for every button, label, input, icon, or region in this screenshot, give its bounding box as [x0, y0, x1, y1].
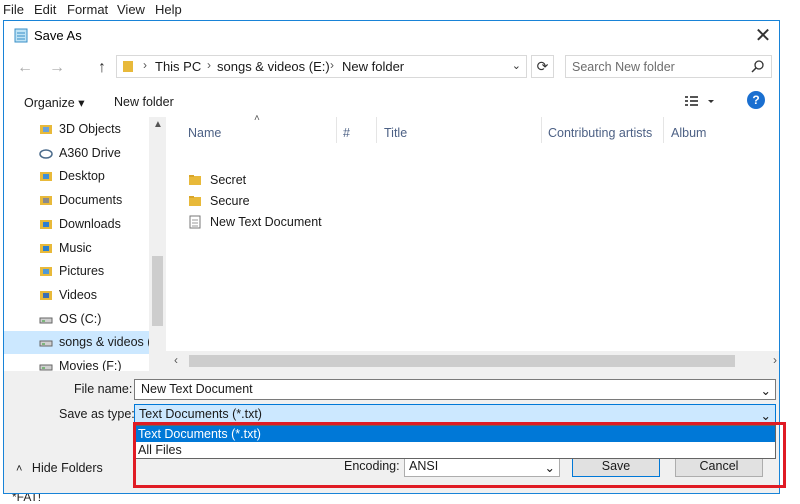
menu-view[interactable]: View	[117, 2, 145, 17]
column-title[interactable]: Title	[384, 126, 407, 140]
desktop-folder-icon	[40, 172, 52, 182]
notepad-menubar: File Edit Format View Help	[0, 0, 800, 20]
file-name-label: File name:	[74, 382, 133, 396]
close-button[interactable]: ✕	[752, 25, 774, 47]
sidebar-item[interactable]: 3D Objects	[4, 118, 149, 141]
column-name[interactable]: Name	[188, 126, 221, 140]
scroll-right-icon[interactable]: ›	[773, 353, 777, 367]
sidebar-item[interactable]: Documents	[4, 189, 149, 212]
breadcrumb-this-pc[interactable]: This PC	[155, 59, 201, 74]
text-file-icon	[189, 215, 201, 229]
dialog-title: Save As	[34, 28, 82, 43]
sidebar-item[interactable]: OS (C:)	[4, 308, 149, 331]
navigation-pane: 3D Objects A360 Drive Desktop Documents Down…	[4, 117, 149, 371]
chevron-down-icon[interactable]: ⌄	[761, 383, 771, 398]
documents-folder-icon	[40, 196, 52, 206]
file-name-value: New Text Document	[141, 382, 253, 396]
back-arrow-icon[interactable]: ←	[14, 57, 36, 79]
sidebar-item[interactable]: Movies (F:)	[4, 355, 149, 371]
breadcrumb-new-folder[interactable]: New folder	[342, 59, 404, 74]
search-icon	[751, 60, 764, 73]
sidebar-item[interactable]: Videos	[4, 284, 149, 307]
sort-up-icon: ˄	[254, 113, 260, 124]
view-options-icon[interactable]	[684, 94, 714, 108]
folder-icon	[189, 175, 201, 185]
folder-icon	[189, 196, 201, 206]
sidebar-item[interactable]: Music	[4, 237, 149, 260]
search-input[interactable]: Search New folder	[565, 55, 772, 78]
save-as-type-value: Text Documents (*.txt)	[139, 407, 262, 421]
sidebar-item[interactable]: songs & videos (	[4, 331, 149, 355]
navigation-row: ← → ↑ › This PC › songs & videos (E:) › …	[4, 50, 779, 87]
navigation-scroll-thumb[interactable]	[152, 256, 163, 326]
drive-icon	[39, 340, 53, 347]
menu-file[interactable]: File	[3, 2, 24, 17]
sidebar-item[interactable]: A360 Drive	[4, 142, 149, 165]
3d-objects-icon	[40, 125, 52, 134]
pictures-folder-icon	[40, 267, 52, 277]
drive-icon	[39, 317, 53, 324]
search-placeholder: Search New folder	[572, 60, 675, 74]
scroll-left-icon[interactable]: ‹	[174, 353, 178, 367]
save-as-type-label: Save as type:	[59, 407, 135, 421]
downloads-folder-icon	[40, 219, 52, 229]
chevron-up-icon: ˄	[16, 463, 23, 475]
column-number[interactable]: #	[343, 126, 350, 140]
organize-button[interactable]: Organize ▾	[24, 95, 84, 110]
save-as-dialog: Save As ✕ ← → ↑ › This PC › songs & vide…	[3, 20, 786, 494]
menu-format[interactable]: Format	[67, 2, 108, 17]
refresh-icon[interactable]: ⟳	[531, 55, 554, 78]
sidebar-item[interactable]: Downloads	[4, 213, 149, 236]
column-contributing-artists[interactable]: Contributing artists	[548, 126, 652, 140]
music-folder-icon	[40, 243, 52, 253]
cloud-drive-icon	[39, 148, 53, 159]
up-arrow-icon[interactable]: ↑	[91, 57, 113, 79]
navigation-scrollbar[interactable]: ▲	[149, 117, 166, 371]
notepad-icon	[14, 28, 28, 43]
dialog-toolbar: Organize ▾ New folder ?	[4, 87, 779, 118]
file-list: Name ˄ # Title Contributing artists Albu…	[166, 113, 779, 371]
sidebar-item[interactable]: Pictures	[4, 260, 149, 283]
sidebar-item[interactable]: Desktop	[4, 165, 149, 188]
forward-arrow-icon[interactable]: →	[46, 57, 68, 79]
chevron-down-icon[interactable]: ⌄	[512, 59, 521, 72]
videos-folder-icon	[40, 290, 52, 300]
address-bar[interactable]: › This PC › songs & videos (E:) › New fo…	[116, 55, 527, 78]
new-folder-button[interactable]: New folder	[114, 95, 174, 109]
menu-help[interactable]: Help	[155, 2, 182, 17]
column-album[interactable]: Album	[671, 126, 706, 140]
file-name-field[interactable]: New Text Document ⌄	[134, 379, 776, 400]
dialog-titlebar: Save As ✕	[4, 21, 779, 50]
hide-folders-button[interactable]: ˄ Hide Folders	[16, 461, 103, 475]
annotation-highlight-box	[133, 422, 786, 488]
help-icon[interactable]: ?	[747, 91, 765, 109]
drive-icon	[39, 364, 53, 371]
horizontal-scroll-thumb[interactable]	[189, 355, 735, 367]
scroll-up-icon[interactable]: ▲	[153, 119, 163, 130]
folder-icon	[123, 61, 133, 72]
menu-edit[interactable]: Edit	[34, 2, 56, 17]
breadcrumb-drive[interactable]: songs & videos (E:)	[217, 59, 330, 74]
chevron-down-icon[interactable]: ⌄	[761, 408, 771, 423]
